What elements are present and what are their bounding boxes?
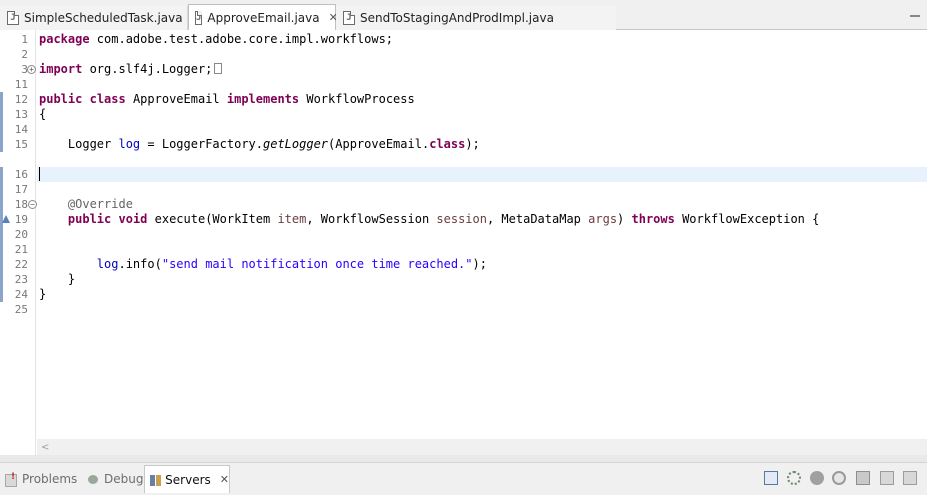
line-number: 12 bbox=[14, 93, 28, 106]
start-server-icon[interactable] bbox=[810, 471, 824, 485]
collapse-all-icon[interactable] bbox=[764, 471, 778, 485]
servers-icon bbox=[149, 473, 162, 487]
line-number: 23 bbox=[14, 273, 28, 286]
code-line-11: 11 bbox=[0, 77, 927, 92]
code-line-21: 21 bbox=[0, 242, 927, 257]
tab-debug[interactable]: Debug bbox=[82, 465, 144, 493]
panel-divider[interactable] bbox=[0, 455, 927, 462]
clean-icon[interactable] bbox=[903, 471, 917, 485]
tab-send-to-staging[interactable]: J SendToStagingAndProdImpl.java bbox=[336, 5, 616, 30]
code-text: Logger log = LoggerFactory.getLogger(App… bbox=[39, 137, 480, 151]
code-line-23: 23 } bbox=[0, 272, 927, 287]
editor-tab-bar: J SimpleScheduledTask.java J ApproveEmai… bbox=[0, 0, 927, 30]
bottom-panel-tabs: Problems Debug Servers ✕ bbox=[0, 462, 927, 495]
scroll-left-icon[interactable]: < bbox=[41, 442, 49, 453]
tab-label: Servers bbox=[165, 472, 211, 487]
stop-server-icon[interactable] bbox=[856, 471, 870, 485]
code-line-3: 3 + import org.slf4j.Logger; bbox=[0, 62, 927, 77]
line-number: 13 bbox=[14, 108, 28, 121]
java-file-icon: J bbox=[195, 10, 203, 25]
tab-label: SendToStagingAndProdImpl.java bbox=[360, 11, 554, 25]
code-line-25: 25 bbox=[0, 302, 927, 317]
code-line-18: 18 − @Override bbox=[0, 197, 927, 212]
line-number: 3 bbox=[21, 63, 28, 76]
code-line-2: 2 bbox=[0, 47, 927, 62]
text-caret bbox=[39, 167, 40, 181]
tab-label: SimpleScheduledTask.java bbox=[24, 11, 183, 25]
tab-servers[interactable]: Servers ✕ bbox=[144, 465, 230, 493]
java-file-icon: J bbox=[343, 11, 355, 25]
code-text: } bbox=[39, 272, 76, 286]
tab-label: Problems bbox=[22, 472, 78, 486]
code-line-24: 24 } bbox=[0, 287, 927, 302]
debug-icon bbox=[86, 472, 100, 486]
tab-label: ApproveEmail.java bbox=[207, 10, 320, 25]
tab-approve-email[interactable]: J ApproveEmail.java ✕ bbox=[188, 4, 338, 30]
java-file-icon: J bbox=[7, 11, 19, 25]
line-spacer bbox=[0, 182, 927, 197]
current-line-highlight bbox=[37, 167, 927, 182]
problems-icon bbox=[4, 472, 18, 487]
code-text: { bbox=[39, 107, 47, 121]
folded-code-icon[interactable] bbox=[214, 63, 223, 74]
code-editor[interactable]: 1 package com.adobe.test.adobe.core.impl… bbox=[0, 30, 927, 455]
code-line-1: 1 package com.adobe.test.adobe.core.impl… bbox=[0, 32, 927, 47]
code-text: } bbox=[39, 287, 47, 301]
code-line-15: 15 Logger log = LoggerFactory.getLogger(… bbox=[0, 137, 927, 152]
tab-simple-scheduled-task[interactable]: J SimpleScheduledTask.java bbox=[0, 5, 188, 30]
line-number: 11 bbox=[14, 78, 28, 91]
code-text: import org.slf4j.Logger; bbox=[39, 62, 223, 77]
minimize-icon[interactable] bbox=[909, 7, 921, 19]
code-line-14: 14 bbox=[0, 122, 927, 137]
debug-server-icon[interactable] bbox=[787, 471, 801, 485]
horizontal-scrollbar[interactable]: < bbox=[37, 439, 927, 455]
close-icon[interactable]: ✕ bbox=[220, 474, 229, 485]
code-text: @Override bbox=[39, 197, 133, 211]
line-number: 14 bbox=[14, 123, 28, 136]
profile-server-icon[interactable] bbox=[832, 471, 846, 485]
tab-problems[interactable]: Problems bbox=[0, 465, 82, 493]
line-number: 18 bbox=[14, 198, 28, 211]
collapse-fold-icon[interactable]: − bbox=[28, 200, 37, 209]
line-number: 15 bbox=[14, 138, 28, 151]
line-number: 24 bbox=[14, 288, 28, 301]
line-number: 21 bbox=[14, 243, 28, 256]
code-text: public void execute(WorkItem item, Workf… bbox=[67, 212, 820, 226]
code-line-12: 12 public class ApproveEmail implements … bbox=[0, 92, 927, 107]
line-number: 22 bbox=[14, 258, 28, 271]
code-line-22: 22 log.info("send mail notification once… bbox=[0, 257, 927, 272]
expand-fold-icon[interactable]: + bbox=[27, 65, 36, 74]
line-number: 20 bbox=[14, 228, 28, 241]
publish-icon[interactable] bbox=[880, 471, 894, 485]
code-text: public class ApproveEmail implements Wor… bbox=[39, 92, 415, 106]
code-line-20: 20 bbox=[0, 227, 927, 242]
line-number: 19 bbox=[14, 213, 28, 226]
tab-label: Debug bbox=[104, 472, 144, 486]
code-text: log.info("send mail notification once ti… bbox=[96, 257, 487, 271]
code-line-19: 19 public void execute(WorkItem item, Wo… bbox=[0, 212, 927, 227]
code-line-13: 13 { bbox=[0, 107, 927, 122]
line-number: 16 bbox=[14, 168, 28, 181]
code-line-16: 16 bbox=[0, 167, 927, 182]
code-text: package com.adobe.test.adobe.core.impl.w… bbox=[39, 32, 394, 46]
line-number: 1 bbox=[21, 33, 28, 46]
line-number: 25 bbox=[14, 303, 28, 316]
line-number: 2 bbox=[21, 48, 28, 61]
